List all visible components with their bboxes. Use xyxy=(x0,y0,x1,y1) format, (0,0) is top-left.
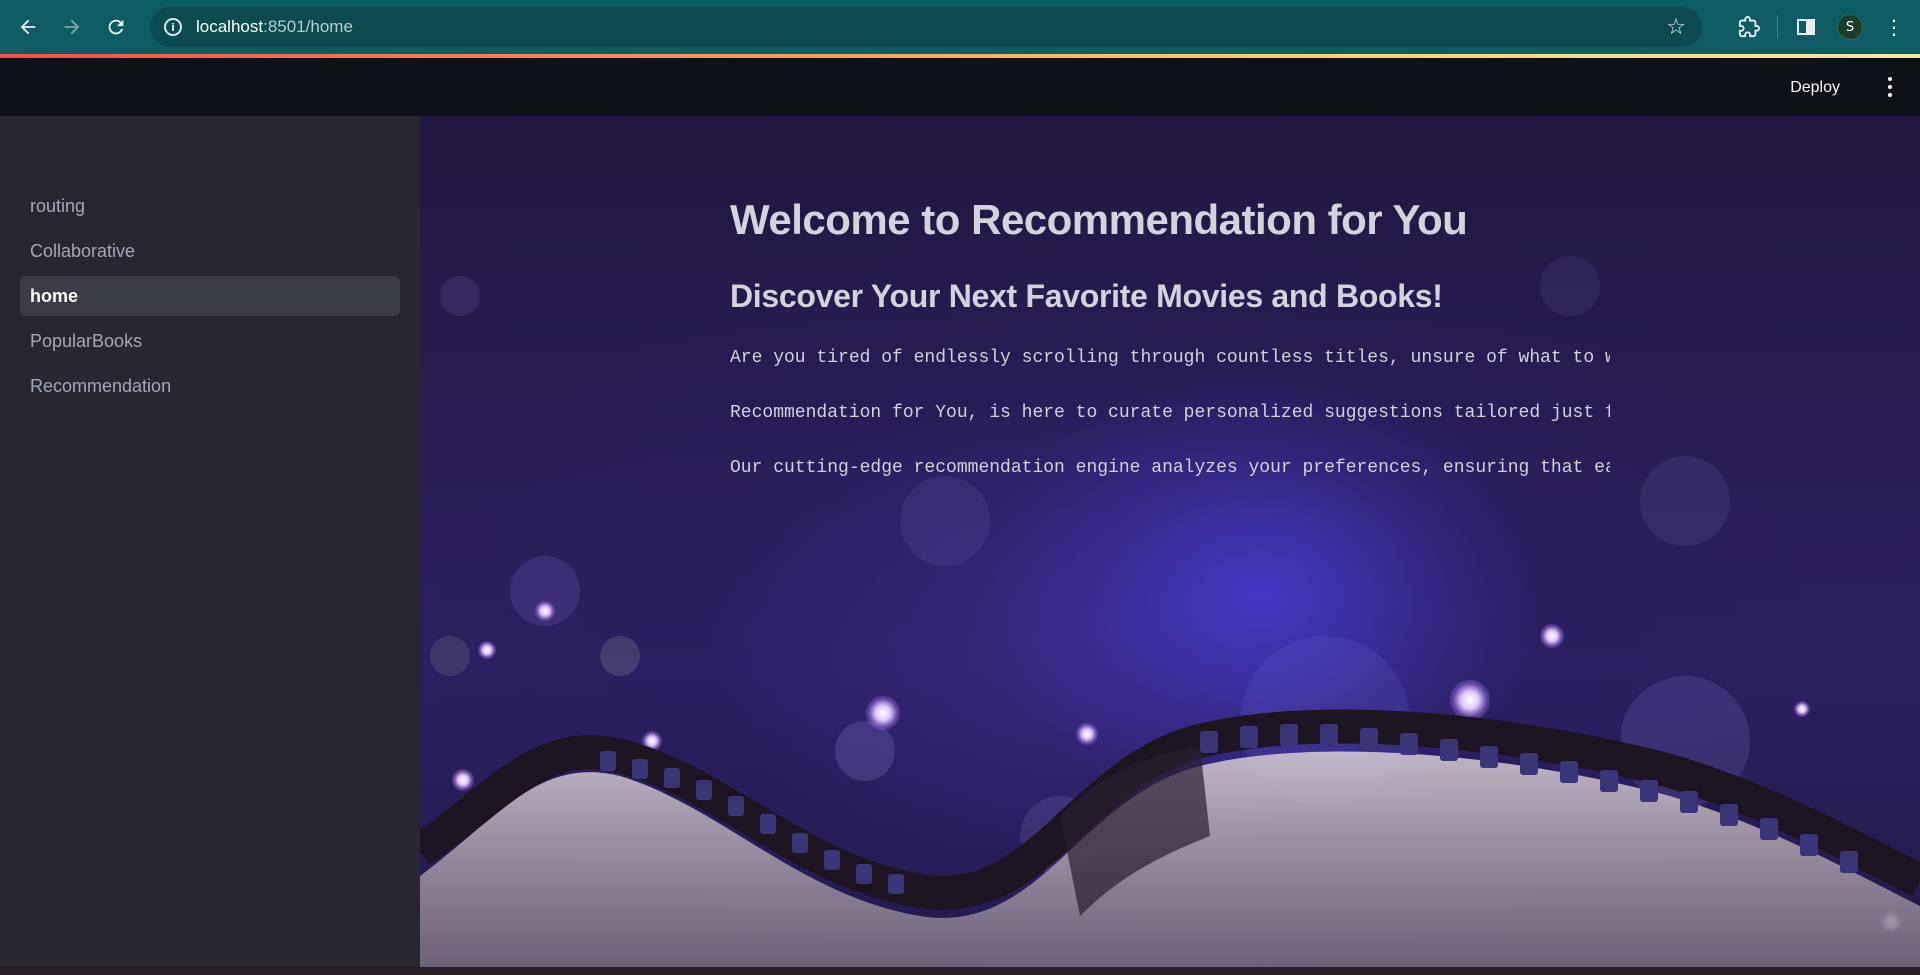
sidebar-item-popularbooks[interactable]: PopularBooks xyxy=(20,321,400,361)
bookmark-star-icon[interactable]: ☆ xyxy=(1666,15,1686,40)
avatar: S xyxy=(1837,14,1863,40)
page-title: Welcome to Recommendation for You xyxy=(730,196,1468,243)
main-content: Welcome to Recommendation for You Discov… xyxy=(420,116,1920,967)
forward-arrow-icon[interactable] xyxy=(50,0,94,54)
url-text[interactable]: localhost:8501/home xyxy=(196,17,353,37)
sidebar-item-home[interactable]: home xyxy=(20,276,400,316)
sidebar-item-routing[interactable]: routing xyxy=(20,186,400,226)
url-host: localhost xyxy=(196,17,264,36)
main-menu-icon[interactable] xyxy=(1878,72,1902,102)
side-panel-icon[interactable] xyxy=(1784,0,1828,54)
taskbar-edge xyxy=(0,967,1920,975)
toolbar-divider xyxy=(1777,15,1778,39)
browser-toolbar: i localhost:8501/home ☆ S ⋮ xyxy=(0,0,1920,54)
intro-paragraph-2: Recommendation for You, is here to curat… xyxy=(730,403,1610,423)
sidebar-item-recommendation[interactable]: Recommendation xyxy=(20,366,400,406)
extensions-icon[interactable] xyxy=(1727,0,1771,54)
app-header: Deploy xyxy=(0,58,1920,116)
site-info-icon[interactable]: i xyxy=(164,18,182,36)
page-subtitle: Discover Your Next Favorite Movies and B… xyxy=(730,278,1443,314)
home-content: Welcome to Recommendation for You Discov… xyxy=(730,196,1610,481)
sidebar-item-collaborative[interactable]: Collaborative xyxy=(20,231,400,271)
browser-menu-icon[interactable]: ⋮ xyxy=(1872,0,1916,54)
deploy-button[interactable]: Deploy xyxy=(1782,74,1848,102)
reload-icon[interactable] xyxy=(94,0,138,54)
address-bar[interactable]: i localhost:8501/home ☆ xyxy=(150,7,1702,47)
sidebar-nav: routing Collaborative home PopularBooks … xyxy=(20,186,400,411)
sidebar: routing Collaborative home PopularBooks … xyxy=(0,116,420,967)
url-path: :8501/home xyxy=(263,17,353,36)
back-arrow-icon[interactable] xyxy=(6,0,50,54)
intro-paragraph-3: Our cutting-edge recommendation engine a… xyxy=(730,458,1610,478)
intro-paragraph-1: Are you tired of endlessly scrolling thr… xyxy=(730,348,1610,368)
profile-avatar[interactable]: S xyxy=(1828,0,1872,54)
